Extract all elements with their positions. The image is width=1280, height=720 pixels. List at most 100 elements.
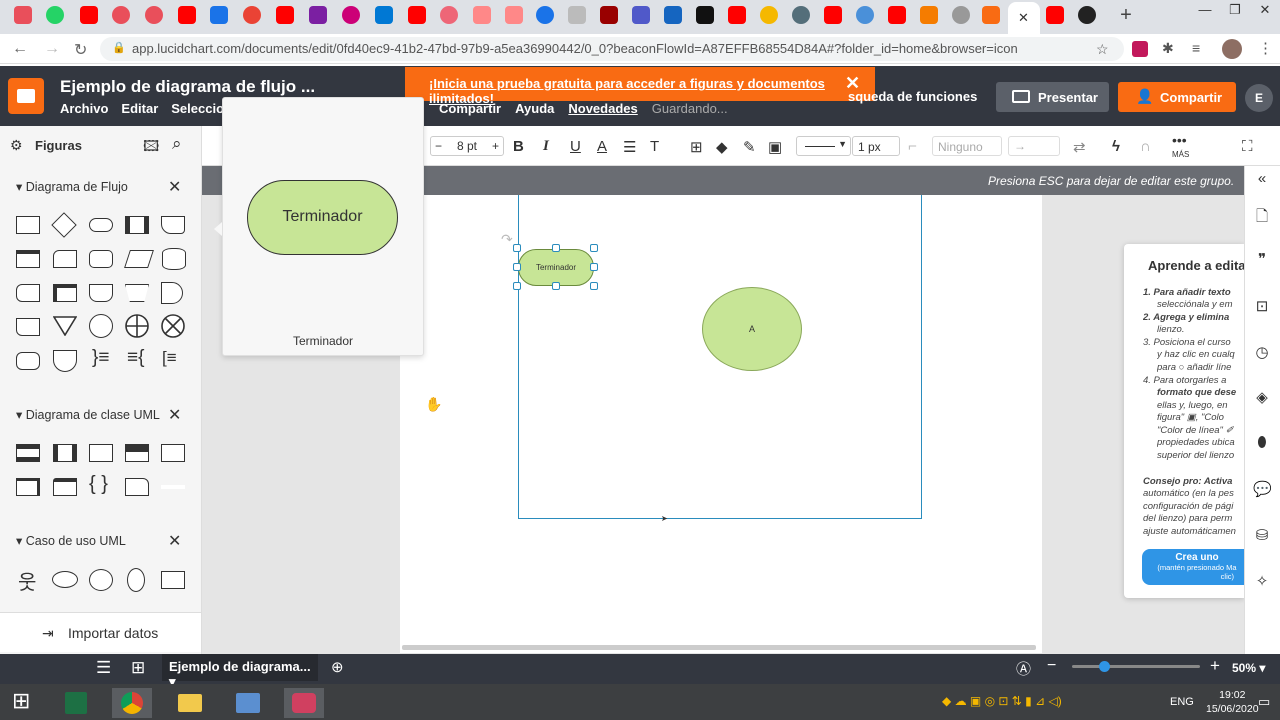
uml-active-class-shape[interactable] — [53, 444, 77, 462]
more-label[interactable]: MÁS — [1172, 150, 1189, 159]
extension-icon[interactable] — [1132, 41, 1148, 57]
uml-package-shape[interactable] — [53, 478, 77, 496]
system-boundary-shape[interactable] — [161, 571, 185, 589]
underline-button[interactable]: U — [570, 138, 581, 155]
back-icon[interactable]: ← — [12, 40, 28, 58]
tab-icon[interactable] — [210, 6, 228, 24]
uml-class-shape[interactable] — [16, 444, 40, 462]
font-size-minus[interactable]: − — [435, 137, 442, 155]
youtube-tab-icon[interactable] — [824, 6, 842, 24]
presentation-icon[interactable]: ⊡ — [1253, 297, 1271, 315]
minimize-icon[interactable]: — — [1190, 0, 1220, 30]
outlook-tab-icon[interactable] — [375, 6, 393, 24]
taskbar-clock[interactable]: 19:02 15/06/2020 — [1206, 688, 1259, 716]
resize-handle[interactable] — [552, 244, 560, 252]
zoom-level[interactable]: 50% ▾ — [1232, 661, 1265, 675]
use-case-shape[interactable] — [52, 571, 78, 588]
text-options-icon[interactable]: T — [650, 138, 659, 155]
arrow-end-select[interactable]: → — [1008, 136, 1060, 156]
more-dots-icon[interactable]: ••• — [1172, 132, 1187, 148]
italic-button[interactable]: I — [543, 138, 549, 155]
resize-handle[interactable] — [590, 244, 598, 252]
connector-shape[interactable] — [89, 314, 113, 338]
tab-icon[interactable] — [145, 6, 163, 24]
youtube-tab-icon[interactable] — [80, 6, 98, 24]
youtube-tab-icon[interactable] — [728, 6, 746, 24]
media-icon[interactable]: ≡ — [1192, 40, 1200, 56]
promo-banner[interactable]: ¡Inicia una prueba gratuita para acceder… — [405, 67, 875, 106]
horizontal-scrollbar[interactable] — [402, 645, 1036, 650]
lock-shape-icon[interactable]: ∩ — [1140, 138, 1151, 155]
resize-handle[interactable] — [513, 263, 521, 271]
font-size-value[interactable]: 8 pt — [457, 139, 477, 153]
tab-icon[interactable] — [505, 6, 523, 24]
import-data-button[interactable]: ⇥ Importar datos — [0, 612, 201, 652]
section-diagrama-flujo[interactable]: ▾ Diagrama de Flujo — [16, 179, 128, 194]
menu-archivo[interactable]: Archivo — [60, 101, 108, 116]
section-clase-uml[interactable]: ▾ Diagrama de clase UML — [16, 407, 160, 422]
uml-node-shape[interactable] — [16, 478, 40, 496]
tab-icon[interactable] — [760, 6, 778, 24]
language-indicator[interactable]: ENG — [1170, 696, 1194, 708]
brace-note-shape[interactable]: }≡ — [92, 347, 109, 369]
menu-novedades[interactable]: Novedades — [568, 101, 637, 116]
url-input[interactable]: app.lucidchart.com/documents/edit/0fd40e… — [100, 37, 1124, 61]
chrome-taskbar-icon[interactable] — [112, 688, 152, 718]
resize-handle[interactable] — [552, 282, 560, 290]
lightning-icon[interactable]: ϟ — [1112, 138, 1120, 155]
tab-icon[interactable] — [342, 6, 360, 24]
tab-icon[interactable] — [536, 6, 554, 24]
menu-ayuda[interactable]: Ayuda — [515, 101, 554, 116]
image-icon[interactable]: 🖾 — [143, 136, 159, 161]
swap-arrows-icon[interactable]: ⇄ — [1073, 138, 1086, 156]
new-tab-button[interactable]: + — [1116, 4, 1136, 27]
uml-simple-class-shape[interactable] — [161, 444, 185, 462]
data-drop-icon[interactable]: ⬮ — [1253, 434, 1271, 452]
arrow-start-select[interactable]: Ninguno — [932, 136, 1002, 156]
youtube-tab-icon[interactable] — [408, 6, 426, 24]
line-routing-icon[interactable]: ⌐ — [908, 138, 917, 155]
notifications-icon[interactable]: ▭ — [1258, 694, 1270, 710]
windows-start-icon[interactable]: ⊞ — [12, 688, 30, 714]
line-color-icon[interactable]: ✎ — [743, 138, 756, 156]
tab-icon[interactable] — [112, 6, 130, 24]
zoom-in-icon[interactable]: + — [1210, 656, 1220, 676]
use-case-vertical-shape[interactable] — [127, 568, 145, 592]
database-icon[interactable]: ⛁ — [1253, 526, 1271, 544]
tab-icon[interactable] — [14, 6, 32, 24]
summing-junction-shape[interactable] — [125, 314, 149, 338]
gear-icon[interactable]: ⚙ — [10, 137, 23, 154]
tab-icon[interactable] — [792, 6, 810, 24]
merge-shape[interactable] — [52, 316, 78, 337]
tab-icon[interactable] — [696, 6, 714, 24]
close-section-icon[interactable]: ✕ — [168, 531, 181, 551]
close-tab-icon[interactable]: ✕ — [1018, 10, 1029, 26]
resize-handle[interactable] — [590, 263, 598, 271]
rotate-handle-icon[interactable]: ↷ — [501, 231, 513, 248]
document-title[interactable]: Ejemplo de diagrama de flujo ... — [60, 77, 315, 97]
youtube-tab-icon[interactable] — [276, 6, 294, 24]
uml-separator-shape[interactable] — [161, 485, 185, 489]
manual-input-shape[interactable] — [53, 250, 77, 268]
style-icon[interactable]: ▣ — [768, 138, 782, 156]
delay-shape[interactable] — [161, 282, 183, 304]
lucidchart-logo[interactable] — [8, 78, 44, 114]
youtube-tab-icon[interactable] — [1046, 6, 1064, 24]
layers-icon[interactable]: ◈ — [1253, 388, 1271, 406]
fill-color-icon[interactable]: ◆ — [716, 138, 728, 156]
browser-menu-icon[interactable]: ⋮ — [1258, 39, 1273, 57]
active-tab[interactable]: ✕ — [1008, 2, 1040, 34]
lucidchart-tab-icon[interactable] — [982, 6, 1000, 24]
bracket-shape[interactable]: [≡ — [162, 348, 177, 368]
navigate-icon[interactable]: Ⓐ — [1016, 658, 1031, 679]
extensions-puzzle-icon[interactable]: ✱ — [1162, 40, 1174, 57]
grid-view-icon[interactable]: ⊞ — [131, 658, 145, 678]
section-caso-uso-uml[interactable]: ▾ Caso de uso UML — [16, 533, 126, 548]
search-icon[interactable]: ⌕ — [172, 134, 182, 154]
annotation-shape[interactable]: ≡{ — [127, 347, 144, 369]
resize-handle[interactable] — [513, 244, 521, 252]
shape-options-icon[interactable]: ⊞ — [690, 138, 703, 156]
app-taskbar-icon[interactable] — [228, 688, 268, 718]
close-section-icon[interactable]: ✕ — [168, 177, 181, 197]
menu-editar[interactable]: Editar — [121, 101, 158, 116]
